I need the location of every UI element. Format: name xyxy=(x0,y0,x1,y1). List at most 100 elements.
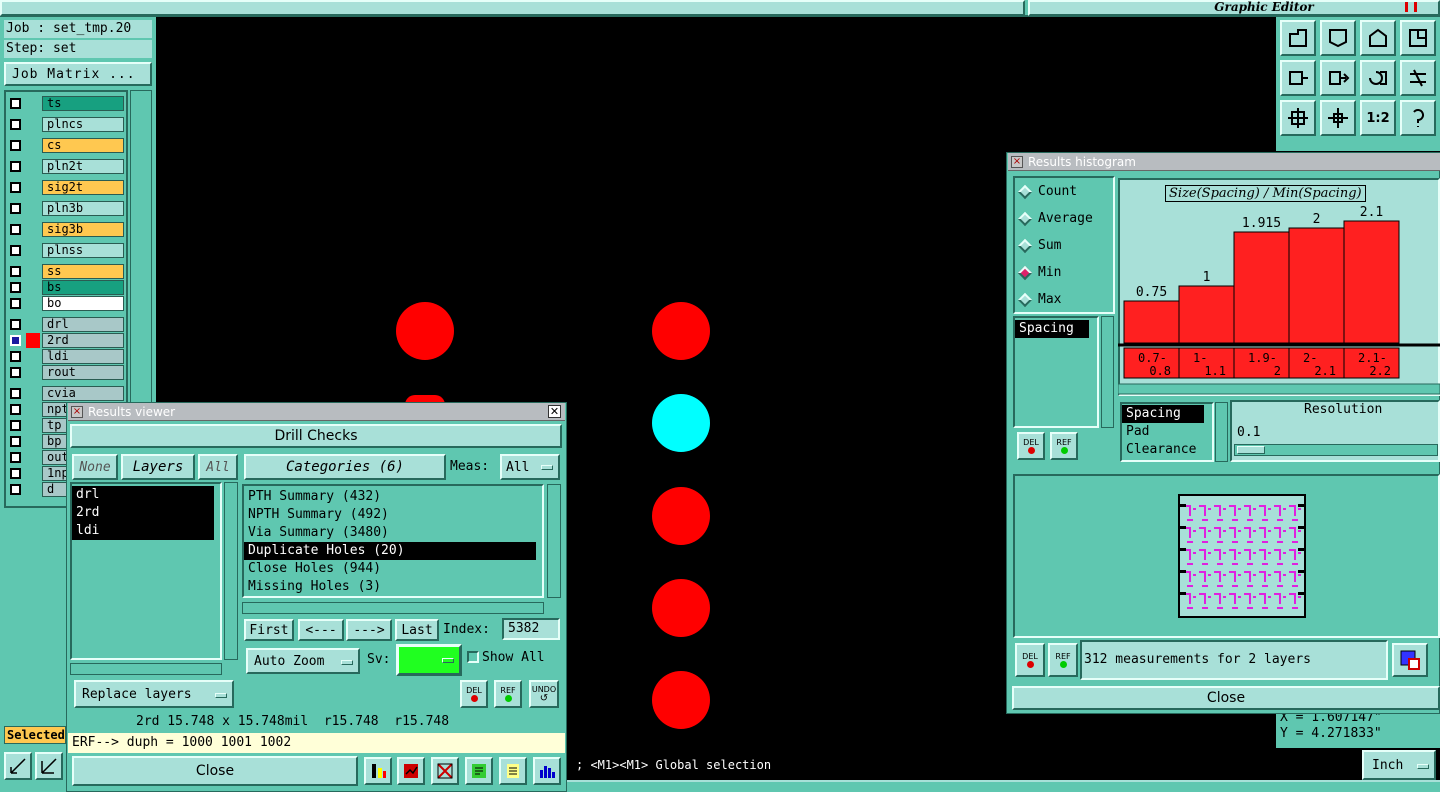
result-layer-item[interactable]: ldi xyxy=(72,522,214,540)
tool-icon-button[interactable] xyxy=(499,757,527,785)
tool-icon-button[interactable] xyxy=(465,757,493,785)
layer-row-sig2t[interactable]: sig2t xyxy=(6,180,124,195)
layer-checkbox[interactable] xyxy=(10,404,21,415)
category-item[interactable]: Duplicate Holes (20) xyxy=(244,542,536,560)
chart-hscroll[interactable] xyxy=(1118,383,1440,395)
mode-radio-min[interactable]: Min xyxy=(1017,265,1061,280)
layer-checkbox[interactable] xyxy=(10,203,21,214)
tool-button-1[interactable] xyxy=(4,752,32,780)
tool-icon-button[interactable] xyxy=(431,757,459,785)
layer-row-plncs[interactable]: plncs xyxy=(6,117,124,132)
histogram-bar[interactable] xyxy=(1343,220,1400,344)
type-item[interactable]: Spacing xyxy=(1122,405,1204,423)
slider-thumb[interactable] xyxy=(1237,446,1265,454)
measure-scrollbar[interactable] xyxy=(1101,316,1114,428)
layer-row-cvia[interactable]: cvia xyxy=(6,386,124,401)
histogram-close-button[interactable]: Close xyxy=(1012,686,1440,710)
layer-row-2rd[interactable]: 2rd xyxy=(6,333,124,348)
tool-button-2[interactable] xyxy=(35,752,63,780)
layer-checkbox[interactable] xyxy=(10,468,21,479)
window-menu-icon[interactable]: × xyxy=(1011,156,1023,168)
toolbar-button-zoom-ratio[interactable]: 1:2 xyxy=(1360,100,1396,136)
layer-row-ts[interactable]: ts xyxy=(6,96,124,111)
layer-checkbox[interactable] xyxy=(10,282,21,293)
layer-checkbox[interactable] xyxy=(10,388,21,399)
type-item[interactable]: Pad xyxy=(1122,423,1212,441)
histogram-bar[interactable] xyxy=(1288,227,1345,344)
board-preview[interactable] xyxy=(1178,494,1306,618)
layer-checkbox[interactable] xyxy=(10,298,21,309)
type-item[interactable]: Clearance xyxy=(1122,441,1212,459)
layer-checkbox[interactable] xyxy=(10,98,21,109)
layer-checkbox[interactable] xyxy=(10,452,21,463)
histogram-bar[interactable] xyxy=(1233,231,1290,344)
mode-radio-average[interactable]: Average xyxy=(1017,211,1093,226)
layer-list-scrollbar[interactable] xyxy=(224,482,238,660)
none-button[interactable]: None xyxy=(72,454,118,480)
toolbar-button-home[interactable] xyxy=(1360,20,1396,56)
resolution-slider[interactable] xyxy=(1234,444,1438,456)
layer-checkbox[interactable] xyxy=(10,484,21,495)
tool-icon-button[interactable] xyxy=(397,757,425,785)
layer-checkbox[interactable] xyxy=(10,367,21,378)
pad-red[interactable] xyxy=(396,302,454,360)
pad-red[interactable] xyxy=(652,671,710,729)
pad-red[interactable] xyxy=(652,579,710,637)
mode-radio-count[interactable]: Count xyxy=(1017,184,1077,199)
category-item[interactable]: Via Summary (3480) xyxy=(244,524,542,542)
prev-button[interactable]: <--- xyxy=(298,619,344,641)
layer-checkbox[interactable] xyxy=(10,436,21,447)
layer-row-bo[interactable]: bo xyxy=(6,296,124,311)
preview-zoom-button[interactable] xyxy=(1392,643,1428,677)
layer-checkbox[interactable] xyxy=(10,245,21,256)
result-layer-item[interactable]: drl xyxy=(72,486,214,504)
job-matrix-button[interactable]: Job Matrix ... xyxy=(4,62,152,86)
layer-row-drl[interactable]: drl xyxy=(6,317,124,332)
show-all-checkbox[interactable] xyxy=(467,651,479,663)
tool-icon-button[interactable] xyxy=(533,757,561,785)
layer-checkbox[interactable] xyxy=(10,319,21,330)
histogram-titlebar[interactable]: × Results histogram xyxy=(1008,153,1440,171)
histogram-bar[interactable] xyxy=(1178,285,1235,344)
category-item[interactable]: PTH Summary (432) xyxy=(244,488,542,506)
category-item[interactable]: NPTH Summary (492) xyxy=(244,506,542,524)
result-layer-item[interactable]: 2rd xyxy=(72,504,214,522)
layer-checkbox[interactable] xyxy=(10,119,21,130)
next-button[interactable]: ---> xyxy=(346,619,392,641)
layer-row-ldi[interactable]: ldi xyxy=(6,349,124,364)
layer-checkbox[interactable] xyxy=(10,351,21,362)
close-icon[interactable]: ✕ xyxy=(548,405,561,418)
results-viewer-titlebar[interactable]: × Results viewer ✕ xyxy=(68,403,565,421)
layer-row-pln2t[interactable]: pln2t xyxy=(6,159,124,174)
category-item[interactable]: Missing Holes (3) xyxy=(244,578,542,596)
toolbar-button-mirror[interactable] xyxy=(1400,60,1436,96)
toolbar-button-layer-in[interactable] xyxy=(1320,60,1356,96)
tool-icon-button[interactable] xyxy=(364,757,392,785)
pad-red[interactable] xyxy=(652,302,710,360)
histogram-bar[interactable] xyxy=(1123,300,1180,344)
severity-dropdown[interactable] xyxy=(396,644,462,676)
layer-checkbox[interactable] xyxy=(10,224,21,235)
toolbar-button-help[interactable] xyxy=(1400,100,1436,136)
mode-radio-max[interactable]: Max xyxy=(1017,292,1061,307)
category-hscroll[interactable] xyxy=(242,602,544,614)
layer-row-sig3b[interactable]: sig3b xyxy=(6,222,124,237)
mode-radio-sum[interactable]: Sum xyxy=(1017,238,1061,253)
layer-checkbox[interactable] xyxy=(10,161,21,172)
pad-cyan-highlight[interactable] xyxy=(652,394,710,452)
preview-ref-button[interactable]: REF xyxy=(1048,643,1078,677)
category-item[interactable]: Close Holes (944) xyxy=(244,560,542,578)
layer-row-bs[interactable]: bs xyxy=(6,280,124,295)
replace-layers-dropdown[interactable]: Replace layers xyxy=(74,680,234,708)
index-field[interactable]: 5382 xyxy=(502,618,560,640)
preview-del-button[interactable]: DEL xyxy=(1015,643,1045,677)
layer-row-ss[interactable]: ss xyxy=(6,264,124,279)
categories-button[interactable]: Categories (6) xyxy=(244,454,446,480)
toolbar-button-window-split[interactable] xyxy=(1400,20,1436,56)
del-button[interactable]: DEL xyxy=(460,680,488,708)
toolbar-button-open-job[interactable] xyxy=(1280,20,1316,56)
toolbar-button-save[interactable] xyxy=(1320,20,1356,56)
layer-list-hscroll[interactable] xyxy=(70,663,222,675)
layer-checkbox[interactable] xyxy=(10,266,21,277)
layers-button[interactable]: Layers xyxy=(121,454,195,480)
